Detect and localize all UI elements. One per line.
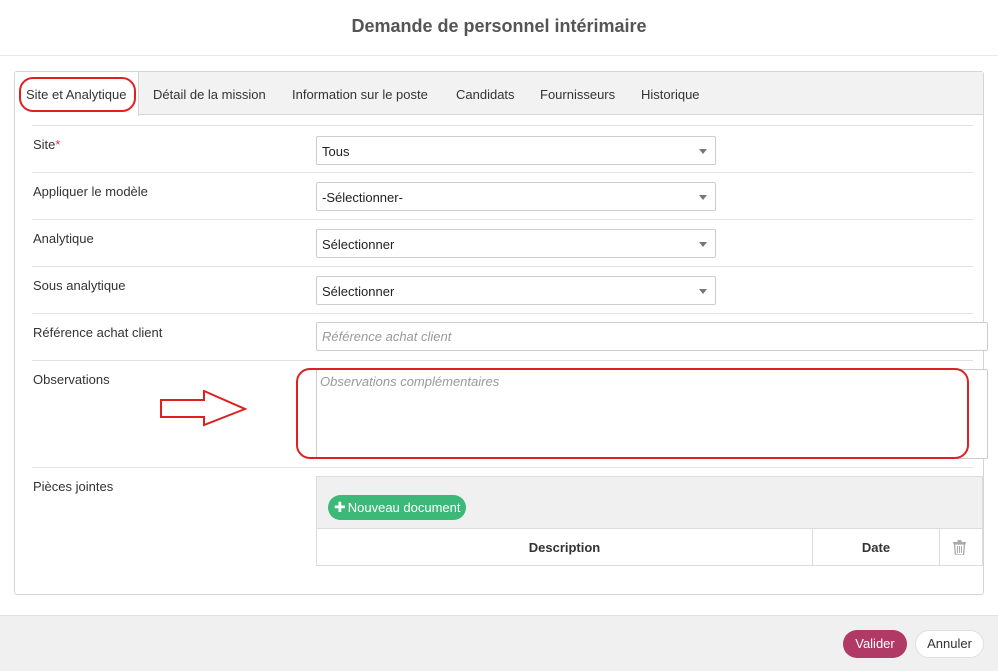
chevron-down-icon	[699, 289, 707, 294]
tab-detail-mission[interactable]: Détail de la mission	[153, 72, 266, 115]
site-label: Site*	[33, 137, 60, 152]
required-mark: *	[55, 137, 61, 152]
arrow-right-icon	[160, 389, 248, 431]
tab-label: Site et Analytique	[26, 87, 127, 102]
observations-label: Observations	[33, 372, 110, 387]
modele-select[interactable]: -Sélectionner-	[316, 182, 716, 211]
form-panel: Site et Analytique Détail de la mission …	[14, 71, 988, 595]
tab-site-et-analytique[interactable]: Site et Analytique	[15, 72, 139, 116]
column-divider	[939, 529, 940, 565]
tab-candidats[interactable]: Candidats	[456, 72, 515, 115]
sous-analytique-select[interactable]: Sélectionner	[316, 276, 716, 305]
trash-icon[interactable]	[953, 540, 966, 558]
analytique-select[interactable]: Sélectionner	[316, 229, 716, 258]
row-pieces-jointes: Pièces jointes ✚ Nouveau document Descrip…	[32, 467, 983, 577]
row-site: Site* Tous	[32, 125, 973, 172]
analytique-label: Analytique	[33, 231, 94, 246]
sous-analytique-label: Sous analytique	[33, 278, 126, 293]
column-date: Date	[861, 540, 891, 555]
column-description: Description	[528, 540, 601, 555]
plus-icon: ✚	[334, 499, 346, 515]
modele-select-value: -Sélectionner-	[322, 190, 403, 205]
reference-label: Référence achat client	[33, 325, 163, 340]
row-sous-analytique: Sous analytique Sélectionner	[32, 266, 973, 313]
site-select-value: Tous	[322, 144, 350, 159]
annuler-button[interactable]: Annuler	[915, 630, 984, 658]
new-document-label: Nouveau document	[347, 500, 461, 515]
pieces-label: Pièces jointes	[33, 479, 114, 494]
row-modele: Appliquer le modèle -Sélectionner-	[32, 172, 973, 219]
site-label-text: Site	[33, 137, 56, 152]
analytique-select-value: Sélectionner	[322, 237, 395, 252]
tab-fournisseurs[interactable]: Fournisseurs	[540, 72, 615, 115]
dialog-footer: Valider Annuler	[0, 615, 998, 671]
observations-textarea[interactable]	[316, 369, 988, 459]
new-document-button[interactable]: ✚ Nouveau document	[328, 495, 467, 520]
site-select[interactable]: Tous	[316, 136, 716, 165]
chevron-down-icon	[699, 242, 707, 247]
attachments-table-header: Description Date	[316, 528, 983, 566]
page-title: Demande de personnel intérimaire	[351, 16, 647, 36]
chevron-down-icon	[699, 149, 707, 154]
row-analytique: Analytique Sélectionner	[32, 219, 973, 266]
tab-historique[interactable]: Historique	[641, 72, 700, 115]
chevron-down-icon	[699, 195, 707, 200]
reference-input[interactable]	[316, 322, 988, 351]
attachments-toolbar: ✚ Nouveau document	[316, 476, 983, 529]
row-reference: Référence achat client	[32, 313, 988, 360]
tab-information-poste[interactable]: Information sur le poste	[292, 72, 428, 115]
tab-bar: Site et Analytique Détail de la mission …	[15, 72, 983, 116]
valider-button[interactable]: Valider	[843, 630, 907, 658]
dialog-header: Demande de personnel intérimaire	[0, 0, 998, 56]
sous-analytique-select-value: Sélectionner	[322, 284, 395, 299]
modele-label: Appliquer le modèle	[33, 184, 148, 199]
